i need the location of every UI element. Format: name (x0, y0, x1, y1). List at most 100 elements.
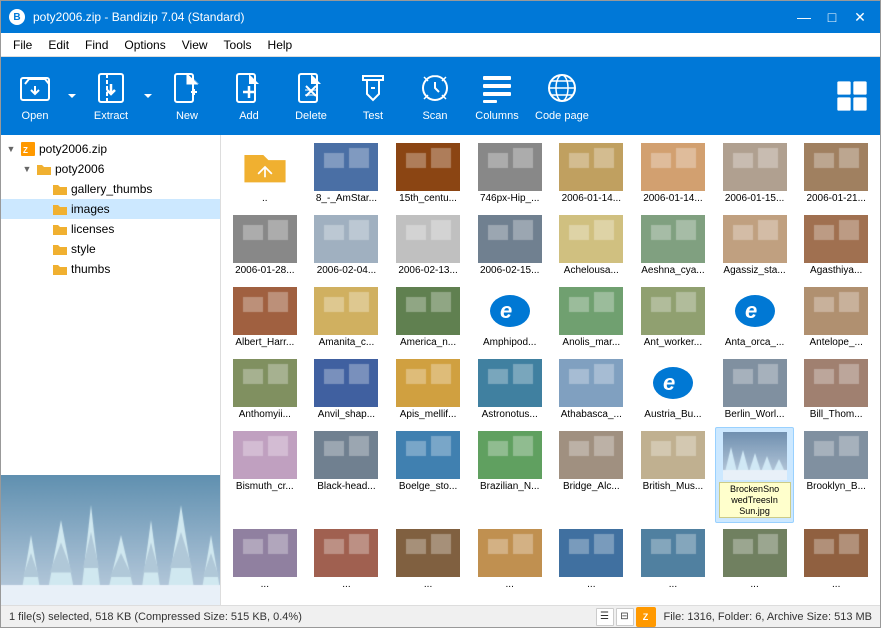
new-button[interactable]: New (157, 62, 217, 130)
file-thumbnail (559, 431, 623, 479)
view-detail-button[interactable]: ⊟ (616, 608, 634, 626)
file-item[interactable]: Bridge_Alc... (552, 427, 632, 523)
file-item[interactable]: Berlin_Worl... (715, 355, 795, 425)
folder-icon (52, 181, 68, 197)
file-item[interactable]: Achelousa... (552, 211, 632, 281)
file-item[interactable]: Antelope_... (796, 283, 876, 353)
menu-item-help[interactable]: Help (260, 36, 301, 54)
codepage-button[interactable]: Code page (529, 62, 595, 130)
file-item[interactable]: 15th_centu... (388, 139, 468, 209)
file-item[interactable]: 2006-01-28... (225, 211, 305, 281)
scan-icon (417, 70, 453, 106)
tree-item-zip[interactable]: ▼Zpoty2006.zip (1, 139, 220, 159)
file-thumbnail (559, 287, 623, 335)
menu-item-view[interactable]: View (174, 36, 216, 54)
file-thumbnail (396, 529, 460, 577)
file-item[interactable]: 2006-01-21... (796, 139, 876, 209)
file-item[interactable]: ... (796, 525, 876, 595)
file-item[interactable]: e Amphipod... (470, 283, 550, 353)
add-icon (231, 70, 267, 106)
add-button[interactable]: Add (219, 62, 279, 130)
tree-item-folder_root[interactable]: ▼poty2006 (1, 159, 220, 179)
file-thumbnail (641, 431, 705, 479)
layout-area: ▼Zpoty2006.zip▼poty2006 gallery_thumbs i… (1, 135, 880, 605)
file-name: Ant_worker... (638, 337, 708, 349)
tree-item-gallery_thumbs[interactable]: gallery_thumbs (1, 179, 220, 199)
file-item[interactable]: Athabasca_... (552, 355, 632, 425)
file-thumbnail (478, 431, 542, 479)
file-item[interactable]: Black-head... (307, 427, 387, 523)
file-item[interactable]: ... (388, 525, 468, 595)
file-item[interactable]: Apis_mellif... (388, 355, 468, 425)
file-item[interactable]: ... (225, 525, 305, 595)
file-item[interactable]: Aeshna_cya... (633, 211, 713, 281)
tree-label: licenses (71, 222, 114, 236)
extract-dropdown[interactable] (141, 62, 155, 130)
delete-button[interactable]: Delete (281, 62, 341, 130)
file-item[interactable]: Boelge_sto... (388, 427, 468, 523)
minimize-button[interactable]: — (792, 7, 816, 27)
folder-icon (52, 221, 68, 237)
layout-toggle-button[interactable] (828, 62, 876, 130)
menu-item-edit[interactable]: Edit (40, 36, 77, 54)
file-item[interactable]: British_Mus... (633, 427, 713, 523)
file-item[interactable]: 2006-01-15... (715, 139, 795, 209)
file-item[interactable]: Agassiz_sta... (715, 211, 795, 281)
tree-item-thumbs[interactable]: thumbs (1, 259, 220, 279)
file-name: Amphipod... (475, 337, 545, 349)
file-item[interactable]: Anvil_shap... (307, 355, 387, 425)
file-name: Agassiz_sta... (720, 265, 790, 277)
file-item[interactable]: Anthomyii... (225, 355, 305, 425)
file-item[interactable]: Bismuth_cr... (225, 427, 305, 523)
file-item[interactable]: ... (552, 525, 632, 595)
file-item[interactable]: 2006-02-04... (307, 211, 387, 281)
file-item[interactable]: eAnta_orca_... (715, 283, 795, 353)
file-item[interactable]: Astronotus... (470, 355, 550, 425)
extract-icon (93, 70, 129, 106)
file-item[interactable]: Anolis_mar... (552, 283, 632, 353)
test-button[interactable]: Test (343, 62, 403, 130)
file-item[interactable]: ... (715, 525, 795, 595)
view-list-button[interactable]: ☰ (596, 608, 614, 626)
file-item[interactable]: ... (470, 525, 550, 595)
tree-item-licenses[interactable]: licenses (1, 219, 220, 239)
file-item[interactable]: America_n... (388, 283, 468, 353)
file-item[interactable]: Bill_Thom... (796, 355, 876, 425)
file-item[interactable]: .. (225, 139, 305, 209)
delete-label: Delete (295, 110, 327, 122)
columns-button[interactable]: Columns (467, 62, 527, 130)
maximize-button[interactable]: □ (820, 7, 844, 27)
tree-label: poty2006 (55, 162, 104, 176)
file-item[interactable]: 2006-02-13... (388, 211, 468, 281)
close-button[interactable]: ✕ (848, 7, 872, 27)
file-item[interactable]: ... (633, 525, 713, 595)
scan-button[interactable]: Scan (405, 62, 465, 130)
file-item[interactable]: Albert_Harr... (225, 283, 305, 353)
file-item[interactable]: 2006-01-14... (552, 139, 632, 209)
open-dropdown[interactable] (65, 62, 79, 130)
file-item[interactable]: Ant_worker... (633, 283, 713, 353)
file-item[interactable]: 746px-Hip_... (470, 139, 550, 209)
file-item[interactable]: 2006-02-15... (470, 211, 550, 281)
menu-item-find[interactable]: Find (77, 36, 116, 54)
menu-item-file[interactable]: File (5, 36, 40, 54)
file-item[interactable]: Brooklyn_B... (796, 427, 876, 523)
tree-item-images[interactable]: images (1, 199, 220, 219)
extract-button[interactable]: Extract (81, 62, 141, 130)
file-thumbnail: e (478, 287, 542, 335)
file-item[interactable]: BrockenSno wedTreesIn Sun.jpg (715, 427, 795, 523)
open-button[interactable]: Open (5, 62, 65, 130)
file-item[interactable]: Brazilian_N... (470, 427, 550, 523)
file-item[interactable]: ... (307, 525, 387, 595)
file-name: Bridge_Alc... (556, 481, 626, 493)
tree-item-style[interactable]: style (1, 239, 220, 259)
file-item[interactable]: 2006-01-14... (633, 139, 713, 209)
file-item[interactable]: Agasthiya... (796, 211, 876, 281)
file-name: Austria_Bu... (638, 409, 708, 421)
menu-item-tools[interactable]: Tools (216, 36, 260, 54)
menu-item-options[interactable]: Options (116, 36, 173, 54)
file-item[interactable]: Amanita_c... (307, 283, 387, 353)
file-name: Bismuth_cr... (230, 481, 300, 493)
file-item[interactable]: 8_-_AmStar... (307, 139, 387, 209)
file-item[interactable]: eAustria_Bu... (633, 355, 713, 425)
